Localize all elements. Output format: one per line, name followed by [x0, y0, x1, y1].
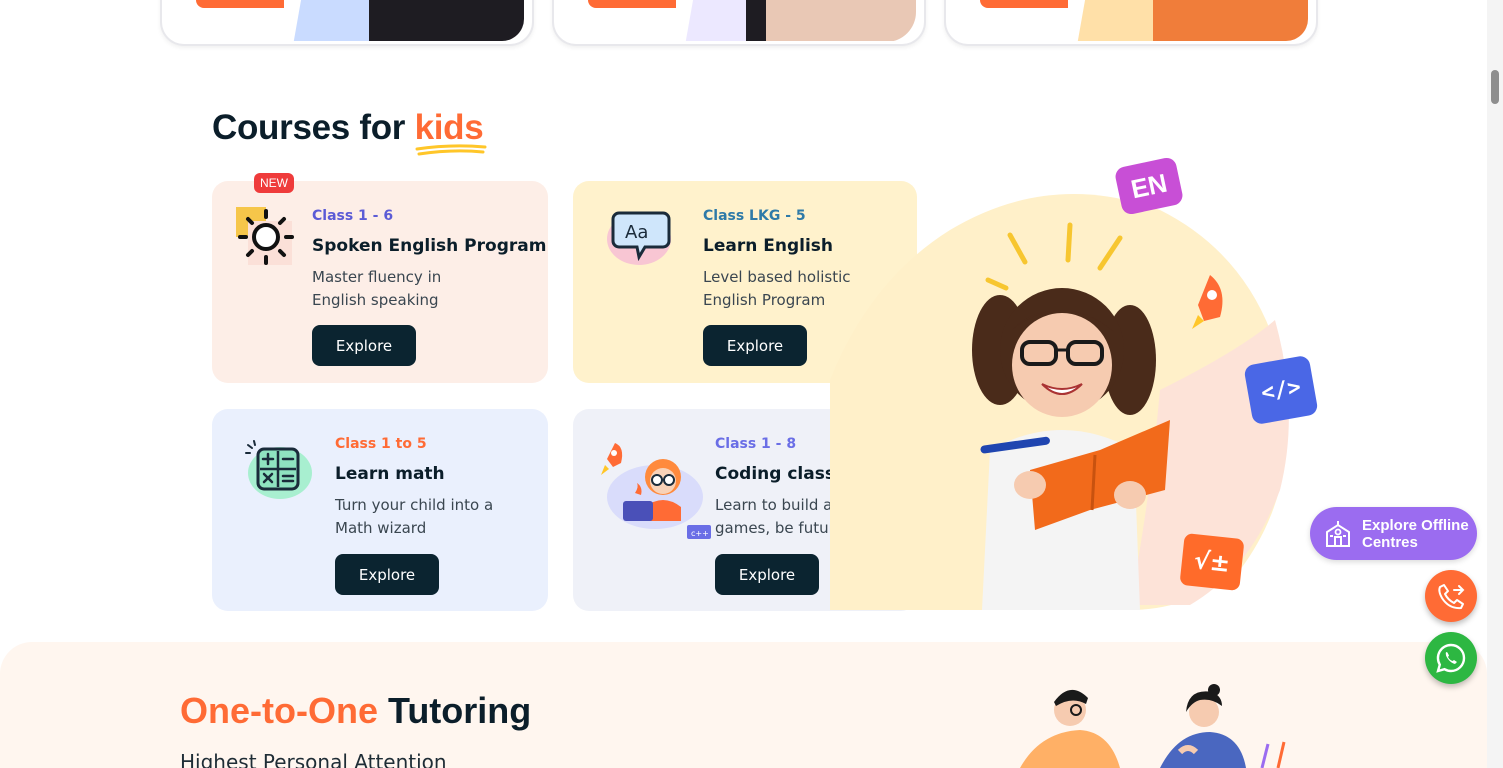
explore-button[interactable]: Explore — [335, 554, 439, 595]
class-range: Class 1 to 5 — [335, 436, 427, 452]
aa-speech-icon: Aa — [605, 205, 677, 271]
scrollbar-thumb[interactable] — [1491, 70, 1499, 104]
whatsapp-button[interactable] — [1425, 632, 1477, 684]
offline-label-line: Centres — [1362, 533, 1418, 551]
teacher-card-3 — [944, 0, 1318, 46]
teacher-card-2 — [552, 0, 926, 46]
course-title: Learn English — [703, 236, 833, 256]
svg-text:Aa: Aa — [625, 222, 648, 243]
whatsapp-icon — [1436, 643, 1466, 673]
explore-button[interactable]: Explore — [312, 325, 416, 366]
class-range: Class 1 - 6 — [312, 208, 394, 224]
heading-accent: kids — [414, 108, 487, 156]
teacher-card-1 — [160, 0, 534, 46]
tutoring-title-accent: One-to-One — [180, 690, 378, 731]
section-heading: Courses for kids — [212, 108, 487, 156]
sun-icon — [234, 205, 296, 271]
course-description: Master fluency in English speaking — [312, 266, 441, 312]
teacher-photo — [1068, 0, 1308, 41]
desc-line: English speaking — [312, 291, 439, 309]
call-button[interactable] — [1425, 570, 1477, 622]
phone-forward-icon — [1438, 584, 1465, 610]
tutoring-subtitle: Highest Personal Attention — [180, 750, 447, 768]
desc-line: Math wizard — [335, 519, 427, 537]
desc-line: Turn your child into a — [335, 496, 494, 514]
desc-line: English Program — [703, 291, 826, 309]
svg-text:c++: c++ — [691, 529, 709, 538]
school-building-icon — [1326, 520, 1350, 547]
class-range: Class LKG - 5 — [703, 208, 806, 224]
offline-label-line: Explore Offline — [1362, 516, 1469, 534]
course-card-spoken-english[interactable]: Class 1 - 6 Spoken English Program Maste… — [212, 181, 548, 383]
math-badge-icon: √± — [1179, 533, 1245, 591]
tutor-and-student-illustration — [1020, 684, 1286, 768]
course-card-learn-math[interactable]: Class 1 to 5 Learn math Turn your child … — [212, 409, 548, 611]
explore-offline-centres-button[interactable]: Explore Offline Centres — [1310, 507, 1477, 560]
course-title: Learn math — [335, 464, 445, 484]
code-badge-text: </> — [1259, 374, 1303, 406]
class-range: Class 1 - 8 — [715, 436, 797, 452]
desc-line: Master fluency in — [312, 268, 442, 286]
desc-line: Level based holistic — [703, 268, 851, 286]
teacher-photo — [676, 0, 916, 41]
hero-illustration: EN </> √± — [830, 150, 1330, 620]
explore-button[interactable]: Explore — [703, 325, 807, 366]
tutoring-title: One-to-One Tutoring — [180, 690, 531, 732]
math-badge-text: √± — [1192, 546, 1232, 578]
page-scrollbar[interactable] — [1487, 0, 1503, 768]
explore-button[interactable]: Explore — [715, 554, 819, 595]
heading-prefix: Courses for — [212, 108, 406, 147]
tutoring-title-rest: Tutoring — [388, 690, 532, 731]
scribble-underline-icon — [415, 144, 487, 156]
course-description: Turn your child into a Math wizard — [335, 494, 493, 540]
heading-accent-text: kids — [414, 108, 484, 147]
offline-centres-label: Explore Offline Centres — [1362, 517, 1469, 551]
teacher-photo — [284, 0, 524, 41]
calculator-icon — [242, 439, 314, 505]
course-description: Level based holistic English Program — [703, 266, 851, 312]
en-badge-text: EN — [1128, 167, 1170, 204]
code-badge-icon: </> — [1243, 354, 1319, 426]
new-badge: NEW — [254, 173, 294, 193]
coding-kid-icon: c++ — [597, 435, 713, 547]
course-title: Spoken English Program — [312, 236, 547, 256]
